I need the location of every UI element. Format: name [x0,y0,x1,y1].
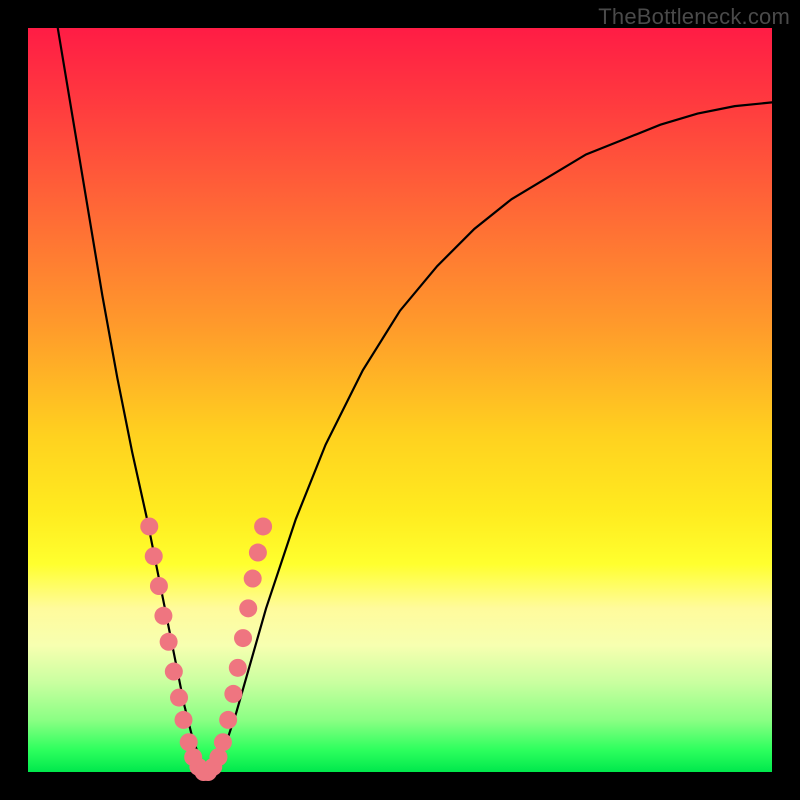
highlight-marker [160,633,178,651]
highlight-marker [145,547,163,565]
highlight-marker [249,544,267,562]
highlight-marker [150,577,168,595]
highlight-marker [214,733,232,751]
chart-frame: TheBottleneck.com [0,0,800,800]
highlight-marker [165,663,183,681]
marker-layer [140,517,272,781]
plot-area [28,28,772,772]
highlight-marker [154,607,172,625]
highlight-marker [244,570,262,588]
highlight-marker [140,517,158,535]
chart-svg [28,28,772,772]
highlight-marker [254,517,272,535]
watermark-text: TheBottleneck.com [598,4,790,30]
highlight-marker [224,685,242,703]
highlight-marker [234,629,252,647]
highlight-marker [239,599,257,617]
highlight-marker [170,689,188,707]
bottleneck-curve [58,28,772,772]
curve-layer [58,28,772,772]
highlight-marker [229,659,247,677]
highlight-marker [219,711,237,729]
highlight-marker [175,711,193,729]
